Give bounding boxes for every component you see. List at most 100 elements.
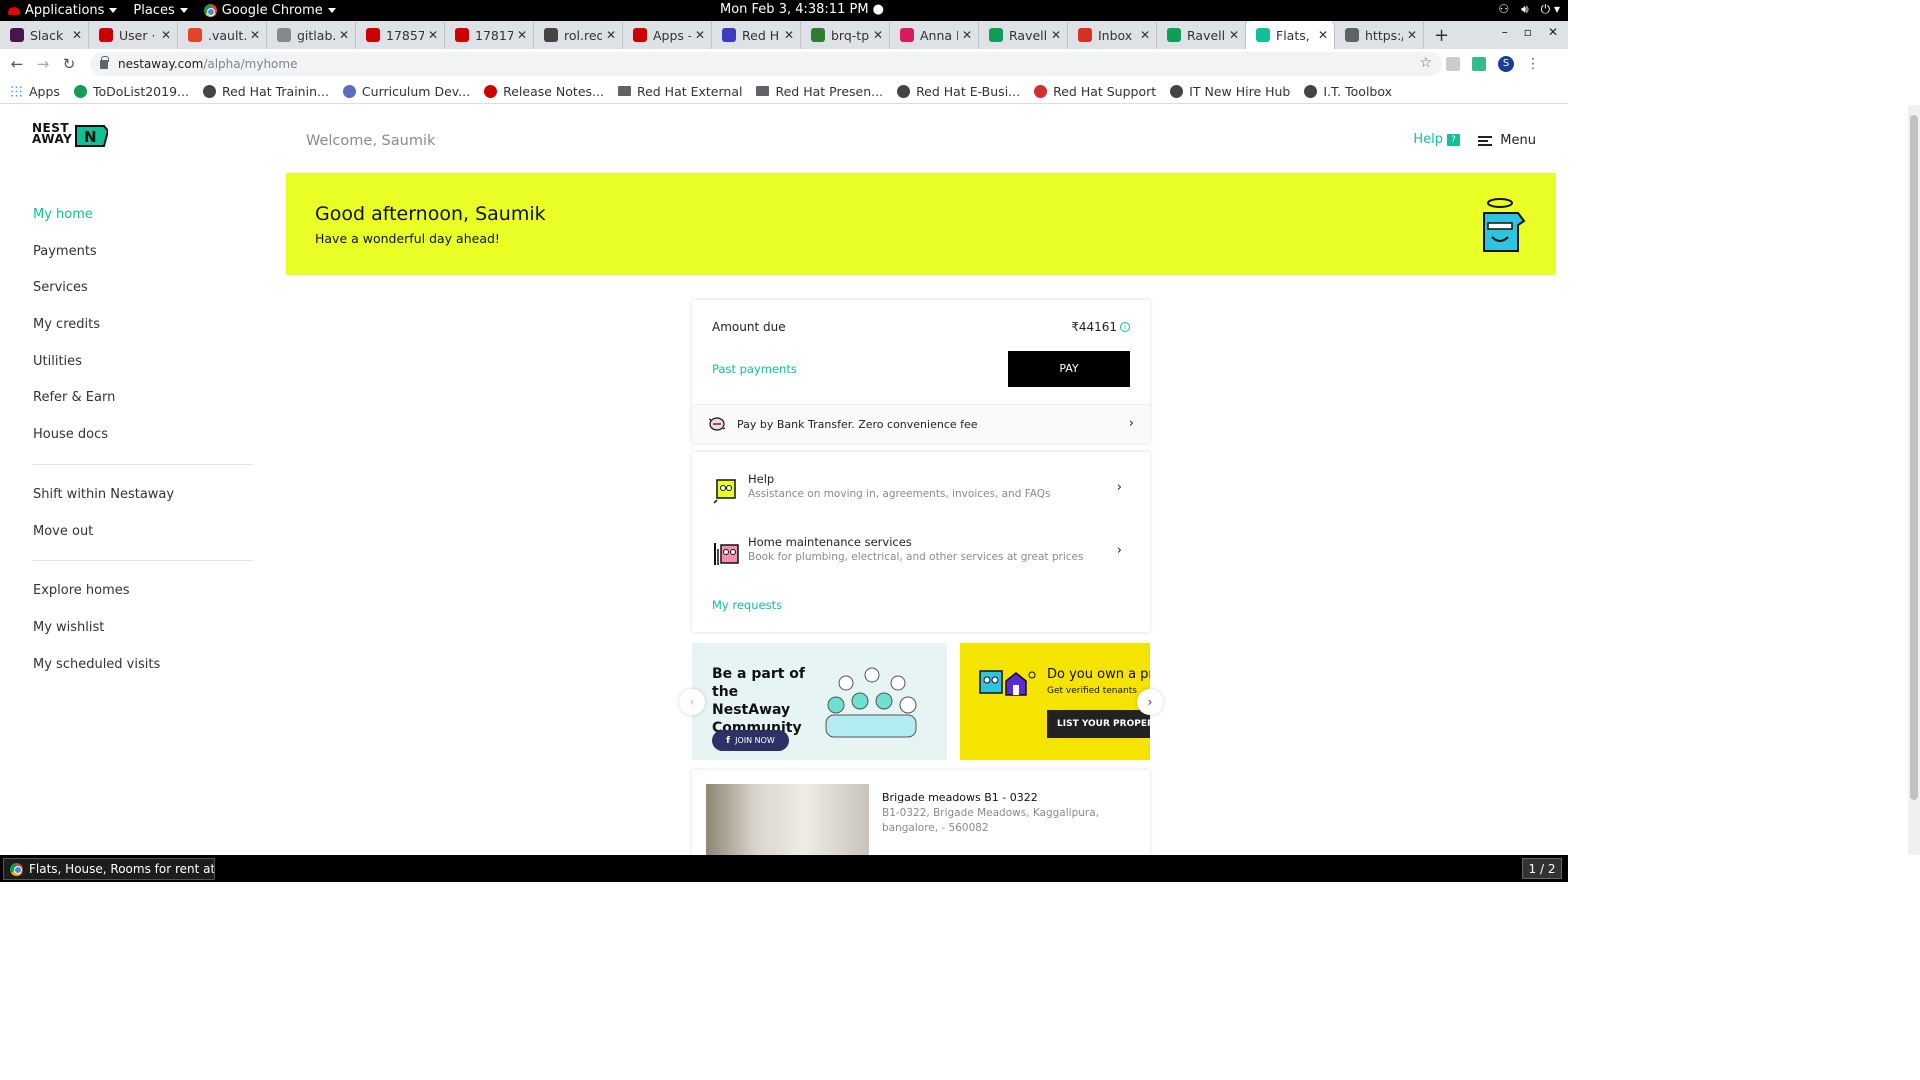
menu-button[interactable]: Menu — [1478, 133, 1536, 148]
close-window-icon[interactable]: ✕ — [1548, 25, 1558, 39]
reload-icon[interactable]: ↻ — [56, 55, 82, 73]
past-payments-link[interactable]: Past payments — [712, 362, 797, 376]
close-tab-icon[interactable]: ✕ — [339, 28, 349, 42]
close-tab-icon[interactable]: ✕ — [428, 28, 438, 42]
carousel-prev-button[interactable]: ‹ — [679, 689, 705, 715]
close-tab-icon[interactable]: ✕ — [161, 28, 171, 42]
close-tab-icon[interactable]: ✕ — [873, 28, 883, 42]
community-promo[interactable]: Be a part of the NestAway Community f JO… — [692, 643, 947, 760]
help-link[interactable]: Help ? — [1413, 132, 1460, 147]
bookmark-item[interactable]: Apps — [10, 84, 60, 99]
bookmarks-bar: Apps ToDoList2019... Red Hat Trainin... Cur… — [0, 79, 1568, 104]
sidebar-item-my-credits[interactable]: My credits — [33, 307, 253, 344]
pay-button[interactable]: PAY — [1008, 351, 1130, 387]
sidebar-item-payments[interactable]: Payments — [33, 234, 253, 271]
close-tab-icon[interactable]: ✕ — [1318, 28, 1328, 42]
help-row[interactable]: Help Assistance on moving in, agreements… — [692, 472, 1150, 522]
close-tab-icon[interactable]: ✕ — [1140, 28, 1150, 42]
close-tab-icon[interactable]: ✕ — [72, 28, 82, 42]
close-tab-icon[interactable]: ✕ — [1229, 28, 1239, 42]
browser-tab[interactable]: 17817 ✕ — [445, 21, 534, 49]
chrome-menu-icon[interactable]: ⋮ — [1526, 56, 1540, 72]
system-tray[interactable]: ⚇ 🔊︎ ⏻ ▾ — [1498, 2, 1560, 17]
close-tab-icon[interactable]: ✕ — [250, 28, 260, 42]
bank-transfer-row[interactable]: Pay by Bank Transfer. Zero convenience f… — [692, 404, 1150, 443]
close-tab-icon[interactable]: ✕ — [695, 28, 705, 42]
close-tab-icon[interactable]: ✕ — [1407, 28, 1417, 42]
sidebar-item-explore-homes[interactable]: Explore homes — [33, 573, 253, 610]
browser-tab[interactable]: Red Ha ✕ — [712, 21, 801, 49]
clock[interactable]: Mon Feb 3, 4:38:11 PM ● — [720, 2, 884, 17]
join-now-button[interactable]: f JOIN NOW — [712, 730, 789, 751]
bookmark-item[interactable]: Red Hat Trainin... — [202, 84, 329, 99]
sidebar-item-my-wishlist[interactable]: My wishlist — [33, 610, 253, 647]
property-card[interactable]: Brigade meadows B1 - 0322 B1-0322, Briga… — [692, 770, 1150, 855]
forward-icon[interactable]: → — [30, 55, 56, 73]
bookmark-item[interactable]: Curriculum Dev... — [342, 84, 470, 99]
browser-tab[interactable]: rol.red ✕ — [534, 21, 623, 49]
close-tab-icon[interactable]: ✕ — [517, 28, 527, 42]
my-requests-link[interactable]: My requests — [712, 598, 782, 612]
redhat-icon — [8, 6, 20, 15]
browser-tab[interactable]: User · ✕ — [89, 21, 178, 49]
mascot-icon — [1483, 198, 1526, 252]
sidebar-item-my-scheduled-visits[interactable]: My scheduled visits — [33, 647, 253, 684]
back-icon[interactable]: ← — [4, 55, 30, 73]
bookmark-item[interactable]: I.T. Toolbox — [1304, 84, 1392, 99]
sidebar-item-house-docs[interactable]: House docs — [33, 417, 253, 454]
browser-tab[interactable]: 17857 ✕ — [356, 21, 445, 49]
close-tab-icon[interactable]: ✕ — [1051, 28, 1061, 42]
carousel-next-button[interactable]: › — [1137, 689, 1163, 715]
tab-active[interactable]: Flats, I ✕ — [1246, 21, 1335, 49]
bookmark-item[interactable]: Red Hat E-Busi... — [897, 84, 1020, 99]
browser-tab[interactable]: gitlab.c ✕ — [267, 21, 356, 49]
bookmark-item[interactable]: IT New Hire Hub — [1170, 84, 1290, 99]
info-icon[interactable]: i — [1120, 322, 1130, 332]
taskbar-window-chrome[interactable]: Flats, House, Rooms for rent at P... — [3, 858, 215, 880]
bookmark-item[interactable]: Red Hat Support — [1034, 84, 1156, 99]
maximize-icon[interactable]: ▫ — [1524, 25, 1532, 39]
sidebar-item-my-home[interactable]: My home — [33, 197, 253, 234]
address-bar[interactable]: nestaway.com/alpha/myhome ☆ — [90, 52, 1442, 76]
new-tab-button[interactable]: + — [1424, 21, 1459, 49]
browser-tab[interactable]: Ravello ✕ — [979, 21, 1068, 49]
tab-title: Red Ha — [742, 27, 780, 43]
extension-icon[interactable] — [1446, 57, 1460, 71]
close-tab-icon[interactable]: ✕ — [784, 28, 794, 42]
maintenance-row[interactable]: Home maintenance services Book for plumb… — [692, 535, 1150, 585]
sidebar-item-utilities[interactable]: Utilities — [33, 344, 253, 381]
bookmark-item[interactable]: ToDoList2019... — [73, 84, 189, 99]
scrollbar-thumb[interactable] — [1910, 115, 1918, 800]
bookmark-item[interactable]: Red Hat External — [617, 84, 742, 99]
browser-tab[interactable]: https:/ ✕ — [1335, 21, 1424, 49]
sidebar-item-shift-within-nestaway[interactable]: Shift within Nestaway — [33, 477, 253, 514]
window-controls: – ▫ ✕ — [1502, 25, 1558, 39]
places-menu[interactable]: Places — [125, 0, 195, 21]
browser-tab[interactable]: Slack | ✕ — [0, 21, 89, 49]
page-scrollbar[interactable] — [1908, 105, 1920, 855]
applications-menu[interactable]: Applications — [0, 0, 125, 21]
list-property-button[interactable]: LIST YOUR PROPERT — [1047, 710, 1150, 738]
nestaway-logo[interactable]: NEST AWAY N — [32, 122, 112, 153]
browser-tab[interactable]: Inbox (✕ — [1068, 21, 1157, 49]
browser-tab[interactable]: .vault.. ✕ — [178, 21, 267, 49]
browser-tab[interactable]: Ravello ✕ — [1157, 21, 1246, 49]
bookmark-item[interactable]: Red Hat Presen... — [756, 84, 883, 99]
browser-tab[interactable]: Anna K ✕ — [890, 21, 979, 49]
sidebar-item-refer-earn[interactable]: Refer & Earn — [33, 380, 253, 417]
tab-favicon-icon — [544, 28, 558, 42]
profile-avatar[interactable]: S — [1498, 56, 1514, 72]
app-menu-chrome[interactable]: Google Chrome — [196, 0, 344, 21]
sidebar-item-move-out[interactable]: Move out — [33, 514, 253, 551]
workspace-switcher[interactable]: 1 / 2 — [1522, 858, 1562, 879]
minimize-icon[interactable]: – — [1502, 25, 1508, 39]
bookmark-star-icon[interactable]: ☆ — [1419, 55, 1432, 71]
browser-tab[interactable]: brq-tpl ✕ — [801, 21, 890, 49]
extension-icon[interactable] — [1472, 57, 1486, 71]
sidebar-item-services[interactable]: Services — [33, 270, 253, 307]
list-property-promo[interactable]: Do you own a pr Get verified tenants LIS… — [960, 643, 1150, 760]
close-tab-icon[interactable]: ✕ — [606, 28, 616, 42]
browser-tab[interactable]: Apps - ✕ — [623, 21, 712, 49]
bookmark-item[interactable]: Release Notes... — [484, 84, 604, 99]
close-tab-icon[interactable]: ✕ — [962, 28, 972, 42]
